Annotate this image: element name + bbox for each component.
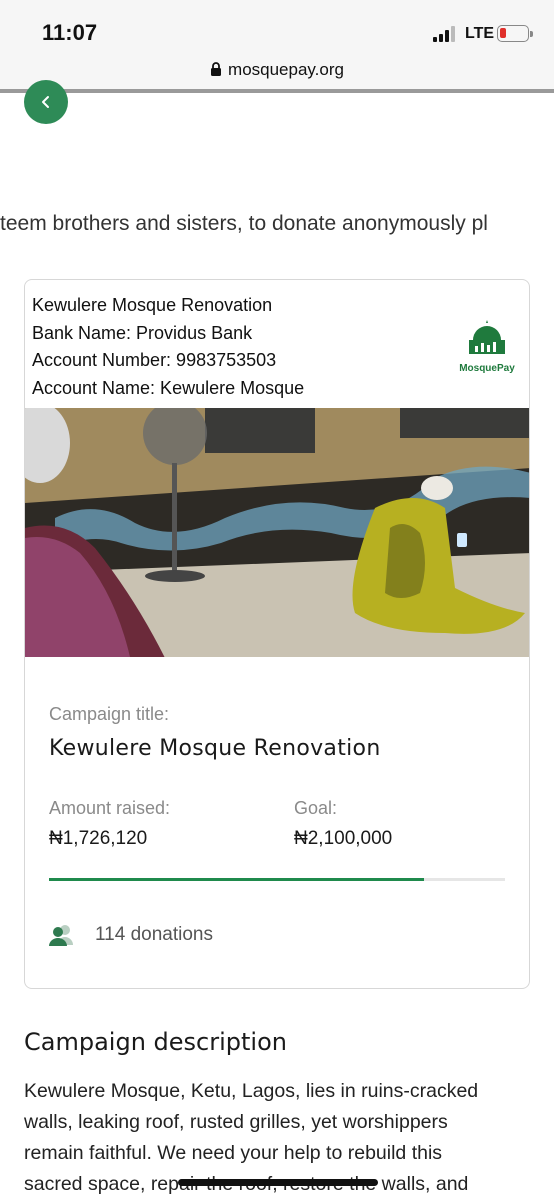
description-line: Kewulere Mosque, Ketu, Lagos, lies in ru… (24, 1080, 479, 1102)
campaign-card[interactable]: Kewulere Mosque Renovation Bank Name: Pr… (24, 279, 530, 989)
amount-raised: ₦1,726,120 (49, 828, 148, 849)
url-text: mosquepay.org (228, 60, 344, 79)
funding-progress-bar (49, 878, 505, 881)
intro-text: teem brothers and sisters, to donate ano… (0, 212, 488, 235)
logo-text: MosquePay (459, 363, 515, 374)
url-bar[interactable]: mosquepay.org (0, 56, 554, 90)
chevron-left-icon (42, 96, 49, 108)
page-load-bar (0, 89, 554, 93)
url-display[interactable]: mosquepay.org (0, 60, 554, 80)
users-icon (49, 925, 73, 946)
donations-count: 114 donations (95, 924, 213, 945)
mosque-logo-icon (469, 320, 505, 354)
bank-info: Kewulere Mosque Renovation Bank Name: Pr… (32, 292, 304, 402)
status-bar: 11:07 LTE (0, 0, 554, 56)
amount-raised-label: Amount raised: (49, 798, 171, 818)
campaign-title: Kewulere Mosque Renovation (49, 736, 381, 761)
description-line: remain faithful. We need your help to re… (24, 1142, 443, 1164)
status-time: 11:07 (42, 20, 98, 45)
battery-icon (497, 25, 533, 42)
mosquepay-logo: MosquePay (457, 318, 517, 374)
description-line: walls, leaking roof, rusted grilles, yet… (24, 1111, 448, 1133)
donations-row: 114 donations (49, 924, 213, 946)
lock-icon (211, 62, 222, 76)
description-heading: Campaign description (24, 1028, 287, 1056)
funding-progress-fill (49, 878, 424, 881)
bank-name: Bank Name: Providus Bank (32, 322, 253, 343)
goal-label: Goal: (294, 798, 338, 818)
account-name: Account Name: Kewulere Mosque (32, 377, 305, 398)
campaign-title-label: Campaign title: (49, 704, 170, 724)
network-type: LTE (465, 25, 495, 42)
account-number: Account Number: 9983753503 (32, 350, 277, 370)
back-button[interactable] (24, 80, 68, 124)
goal-amount: ₦2,100,000 (294, 828, 393, 849)
bank-campaign-name: Kewulere Mosque Renovation (32, 295, 273, 315)
campaign-photo (25, 408, 529, 657)
signal-icon (433, 26, 459, 42)
redaction-mark (178, 1179, 378, 1186)
